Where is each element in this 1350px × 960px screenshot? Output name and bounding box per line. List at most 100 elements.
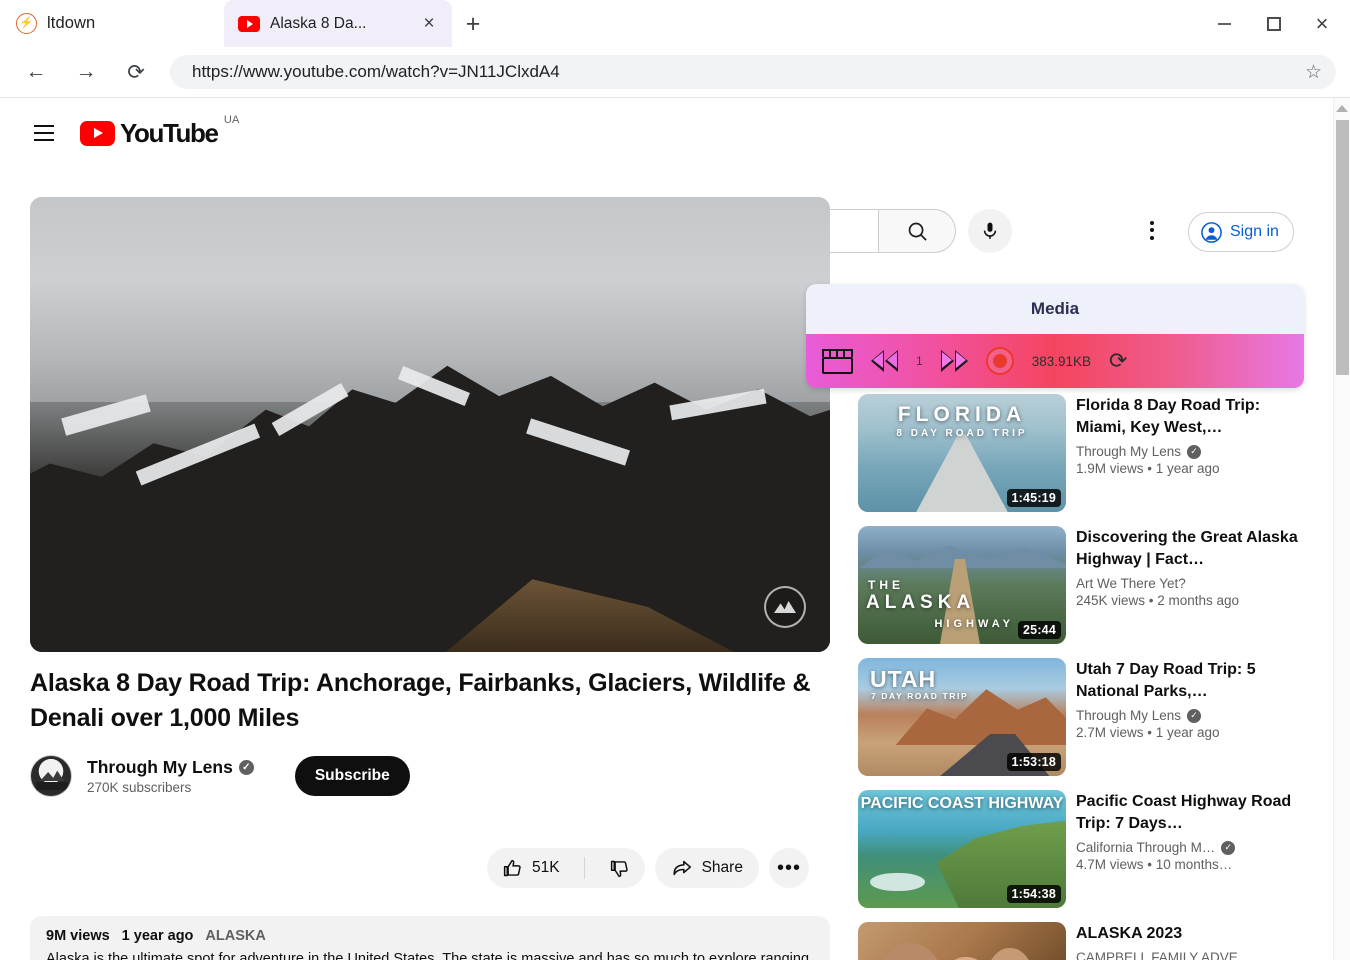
rewind-button[interactable] (871, 350, 898, 372)
scroll-up-arrow-icon[interactable] (1336, 105, 1348, 112)
media-widget-toolbar: 1 383.91KB ⟳ (806, 334, 1304, 388)
recommendation-channel[interactable]: California Through M… ✓ (1076, 840, 1298, 855)
channel-row: Through My Lens ✓ 270K subscribers Subsc… (30, 748, 830, 804)
new-tab-button[interactable]: + (458, 9, 488, 39)
video-player[interactable] (30, 197, 830, 652)
youtube-logo[interactable]: YouTube UA (80, 114, 239, 149)
window-close-button[interactable]: × (1298, 0, 1346, 47)
channel-avatar[interactable] (30, 755, 72, 797)
list-item[interactable]: FLORIDA 8 DAY ROAD TRIP 1:45:19 Florida … (858, 394, 1298, 512)
clapperboard-icon[interactable] (822, 348, 853, 374)
like-dislike-group: 51K (487, 848, 645, 888)
channel-name: Through My Lens (87, 757, 233, 777)
recommendation-info: Utah 7 Day Road Trip: 5 National Parks,…… (1076, 658, 1298, 776)
video-title: Alaska 8 Day Road Trip: Anchorage, Fairb… (30, 669, 811, 732)
video-thumbnail[interactable]: FLORIDA 8 DAY ROAD TRIP 1:45:19 (858, 394, 1066, 512)
channel-watermark-icon[interactable] (764, 586, 806, 628)
like-button[interactable]: 51K (487, 848, 575, 888)
video-thumbnail[interactable]: 1:21:01 (858, 922, 1066, 960)
media-widget-title: Media (1030, 299, 1080, 318)
record-button[interactable] (985, 347, 1014, 375)
reload-button[interactable]: ⟳ (116, 52, 156, 92)
maximize-icon (1267, 16, 1281, 31)
recommendation-title[interactable]: Utah 7 Day Road Trip: 5 National Parks,… (1076, 659, 1298, 703)
recommendation-info: Pacific Coast Highway Road Trip: 7 Days…… (1076, 790, 1298, 908)
list-item[interactable]: UTAH 7 DAY ROAD TRIP 1:53:18 Utah 7 Day … (858, 658, 1298, 776)
address-bar[interactable]: https://www.youtube.com/watch?v=JN11JClx… (170, 55, 1336, 89)
thumbnail-overlay-line3: HIGHWAY (934, 618, 1014, 630)
forward-button[interactable]: → (66, 52, 106, 92)
tab-close-icon[interactable]: × (416, 11, 442, 37)
recommendation-title[interactable]: ALASKA 2023 (1076, 923, 1298, 945)
recommendation-channel[interactable]: Art We There Yet? (1076, 576, 1298, 591)
recommendation-stats: 2.7M views • 1 year ago (1076, 725, 1220, 740)
bookmark-star-icon[interactable]: ☆ (1305, 61, 1322, 84)
recommendation-title[interactable]: Florida 8 Day Road Trip: Miami, Key West… (1076, 395, 1298, 439)
recommendations-list: FLORIDA 8 DAY ROAD TRIP 1:45:19 Florida … (858, 394, 1298, 960)
description-hashtag: ALASKA (205, 928, 266, 944)
voice-search-button[interactable] (968, 209, 1012, 253)
recommendation-stats: 245K views • 2 months ago (1076, 593, 1240, 608)
recommendation-stats: 4.7M views • 10 months… (1076, 857, 1233, 872)
share-label: Share (701, 859, 743, 876)
dislike-button[interactable] (594, 848, 645, 888)
video-duration: 1:54:38 (1006, 885, 1061, 903)
browser-tab-strip: ltdown (0, 0, 1350, 47)
verified-badge-icon: ✓ (1187, 444, 1202, 459)
recommendation-channel[interactable]: CAMPBELL FAMILY ADVE… (1076, 950, 1298, 960)
scrollbar-thumb[interactable] (1336, 120, 1349, 375)
youtube-locale-superscript: UA (223, 113, 240, 126)
recommendation-channel-name: Through My Lens (1076, 444, 1182, 459)
search-button[interactable] (879, 209, 956, 253)
recommendation-channel-name: Art We There Yet? (1076, 576, 1186, 591)
recommendation-stats: 1.9M views • 1 year ago (1076, 461, 1220, 476)
subscribe-button[interactable]: Subscribe (294, 756, 410, 796)
recommendation-info: ALASKA 2023 CAMPBELL FAMILY ADVE… 270 vi… (1076, 922, 1298, 960)
record-icon (992, 354, 1007, 368)
share-button[interactable]: Share (654, 848, 759, 888)
window-minimize-button[interactable] (1200, 0, 1248, 47)
refresh-button[interactable]: ⟳ (1109, 350, 1127, 372)
thumbnail-overlay-line1: FLORIDA (897, 403, 1027, 426)
youtube-favicon-icon (238, 15, 260, 32)
back-button[interactable]: ← (16, 52, 56, 92)
video-thumbnail[interactable]: PACIFIC COAST HIGHWAY 1:54:38 (858, 790, 1066, 908)
list-item[interactable]: THE ALASKA HIGHWAY 25:44 Discovering the… (858, 526, 1298, 644)
thumbnail-overlay-line2: 8 DAY ROAD TRIP (896, 428, 1028, 439)
recommendation-channel[interactable]: Through My Lens ✓ (1076, 444, 1298, 459)
forward-button[interactable] (940, 350, 968, 372)
account-circle-icon (1201, 221, 1222, 243)
media-widget-header: Media (806, 284, 1304, 334)
recommendation-channel[interactable]: Through My Lens ✓ (1076, 708, 1298, 723)
video-thumbnail[interactable]: UTAH 7 DAY ROAD TRIP 1:53:18 (858, 658, 1066, 776)
window-maximize-button[interactable] (1250, 0, 1298, 47)
sign-in-label: Sign in (1230, 223, 1279, 240)
list-item[interactable]: 1:21:01 ALASKA 2023 CAMPBELL FAMILY ADVE… (858, 922, 1298, 960)
more-actions-button[interactable]: ••• (768, 848, 809, 888)
settings-menu-button[interactable] (1133, 211, 1171, 249)
video-description[interactable]: 9M views 1 year ago ALASKA Alaska is the… (30, 916, 830, 960)
action-divider (583, 857, 585, 879)
hamburger-menu-icon[interactable] (24, 113, 64, 153)
browser-tab-youtube[interactable]: Alaska 8 Da... × (224, 0, 452, 47)
channel-name-row[interactable]: Through My Lens ✓ (87, 757, 254, 778)
list-item[interactable]: PACIFIC COAST HIGHWAY 1:54:38 Pacific Co… (858, 790, 1298, 908)
browser-window: ltdown Alaska 8 Da... × + × ← → ⟳ https:… (0, 0, 1350, 960)
youtube-play-icon (80, 120, 115, 146)
thumbnail-overlay-line1: UTAH (870, 666, 937, 692)
lightning-circle-icon (16, 13, 37, 34)
tab-title: Alaska 8 Da... (270, 14, 367, 32)
recommendation-title[interactable]: Discovering the Great Alaska Highway | F… (1076, 527, 1298, 571)
microphone-icon (983, 222, 997, 239)
upload-age: 1 year ago (121, 928, 194, 944)
vertical-scrollbar[interactable] (1333, 98, 1350, 960)
sign-in-button[interactable]: Sign in (1188, 212, 1294, 252)
recommendation-title[interactable]: Pacific Coast Highway Road Trip: 7 Days… (1076, 791, 1298, 835)
media-widget[interactable]: Media 1 383.91KB ⟳ (806, 284, 1304, 388)
channel-meta: Through My Lens ✓ 270K subscribers (87, 757, 254, 795)
youtube-logo-word: YouTube (120, 117, 219, 148)
thumbnail-overlay-line1: THE (868, 578, 904, 592)
thumbnail-overlay-line1: PACIFIC COAST HIGHWAY (860, 795, 1064, 812)
video-thumbnail[interactable]: THE ALASKA HIGHWAY 25:44 (858, 526, 1066, 644)
subscriber-count: 270K subscribers (87, 780, 192, 795)
